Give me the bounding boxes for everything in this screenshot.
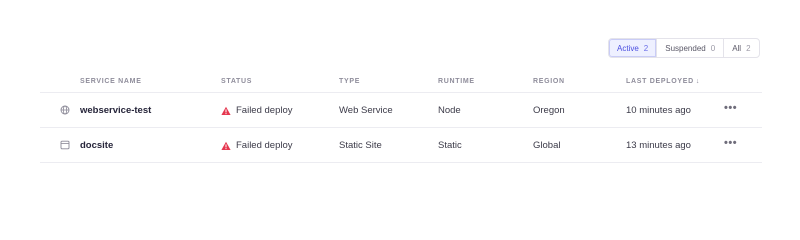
filter-suspended-count: 0 — [710, 43, 716, 53]
filter-all[interactable]: All 2 — [723, 39, 758, 57]
service-region: Global — [533, 140, 561, 151]
last-deployed-time: 10 minutes ago — [626, 105, 691, 116]
column-header-last-deployed[interactable]: Last Deployed ↓ — [626, 78, 700, 85]
filter-suspended[interactable]: Suspended 0 — [656, 39, 723, 57]
status-text: Failed deploy — [236, 105, 293, 116]
filter-all-label: All — [732, 43, 742, 53]
services-page: Active 2 Suspended 0 All 2 Service Name … — [0, 0, 800, 202]
service-name-link[interactable]: webservice-test — [80, 105, 151, 116]
service-runtime: Static — [438, 140, 462, 151]
filter-active[interactable]: Active 2 — [609, 39, 657, 57]
table-row[interactable]: webservice-test Failed deploy Web Servic… — [40, 93, 762, 128]
table-header: Service Name Status Type Runtime Region … — [40, 70, 762, 93]
column-header-region[interactable]: Region — [533, 78, 565, 85]
service-type: Web Service — [339, 105, 393, 116]
status-filter-group: Active 2 Suspended 0 All 2 — [608, 38, 760, 58]
services-table: Service Name Status Type Runtime Region … — [40, 70, 762, 163]
warning-icon — [221, 141, 231, 150]
service-name-link[interactable]: docsite — [80, 140, 113, 151]
filter-active-label: Active — [617, 43, 639, 53]
status-badge: Failed deploy — [221, 140, 293, 151]
column-header-service-name[interactable]: Service Name — [80, 78, 142, 85]
more-actions-icon[interactable]: ••• — [724, 103, 737, 114]
warning-icon — [221, 106, 231, 115]
column-header-runtime[interactable]: Runtime — [438, 78, 475, 85]
column-header-type[interactable]: Type — [339, 78, 360, 85]
last-deployed-time: 13 minutes ago — [626, 140, 691, 151]
service-type: Static Site — [339, 140, 382, 151]
status-text: Failed deploy — [236, 140, 293, 151]
table-row[interactable]: docsite Failed deploy Static Site Static… — [40, 128, 762, 163]
filter-all-count: 2 — [746, 43, 751, 53]
sort-descending-icon: ↓ — [695, 78, 701, 85]
globe-icon — [60, 105, 70, 115]
static-site-icon — [60, 140, 70, 150]
filter-suspended-label: Suspended — [665, 43, 706, 53]
last-deployed-label: Last Deployed — [626, 78, 694, 85]
status-badge: Failed deploy — [221, 105, 293, 116]
more-actions-icon[interactable]: ••• — [724, 138, 737, 149]
service-runtime: Node — [438, 105, 461, 116]
filter-active-count: 2 — [643, 43, 649, 53]
service-region: Oregon — [533, 105, 565, 116]
column-header-status[interactable]: Status — [221, 78, 252, 85]
